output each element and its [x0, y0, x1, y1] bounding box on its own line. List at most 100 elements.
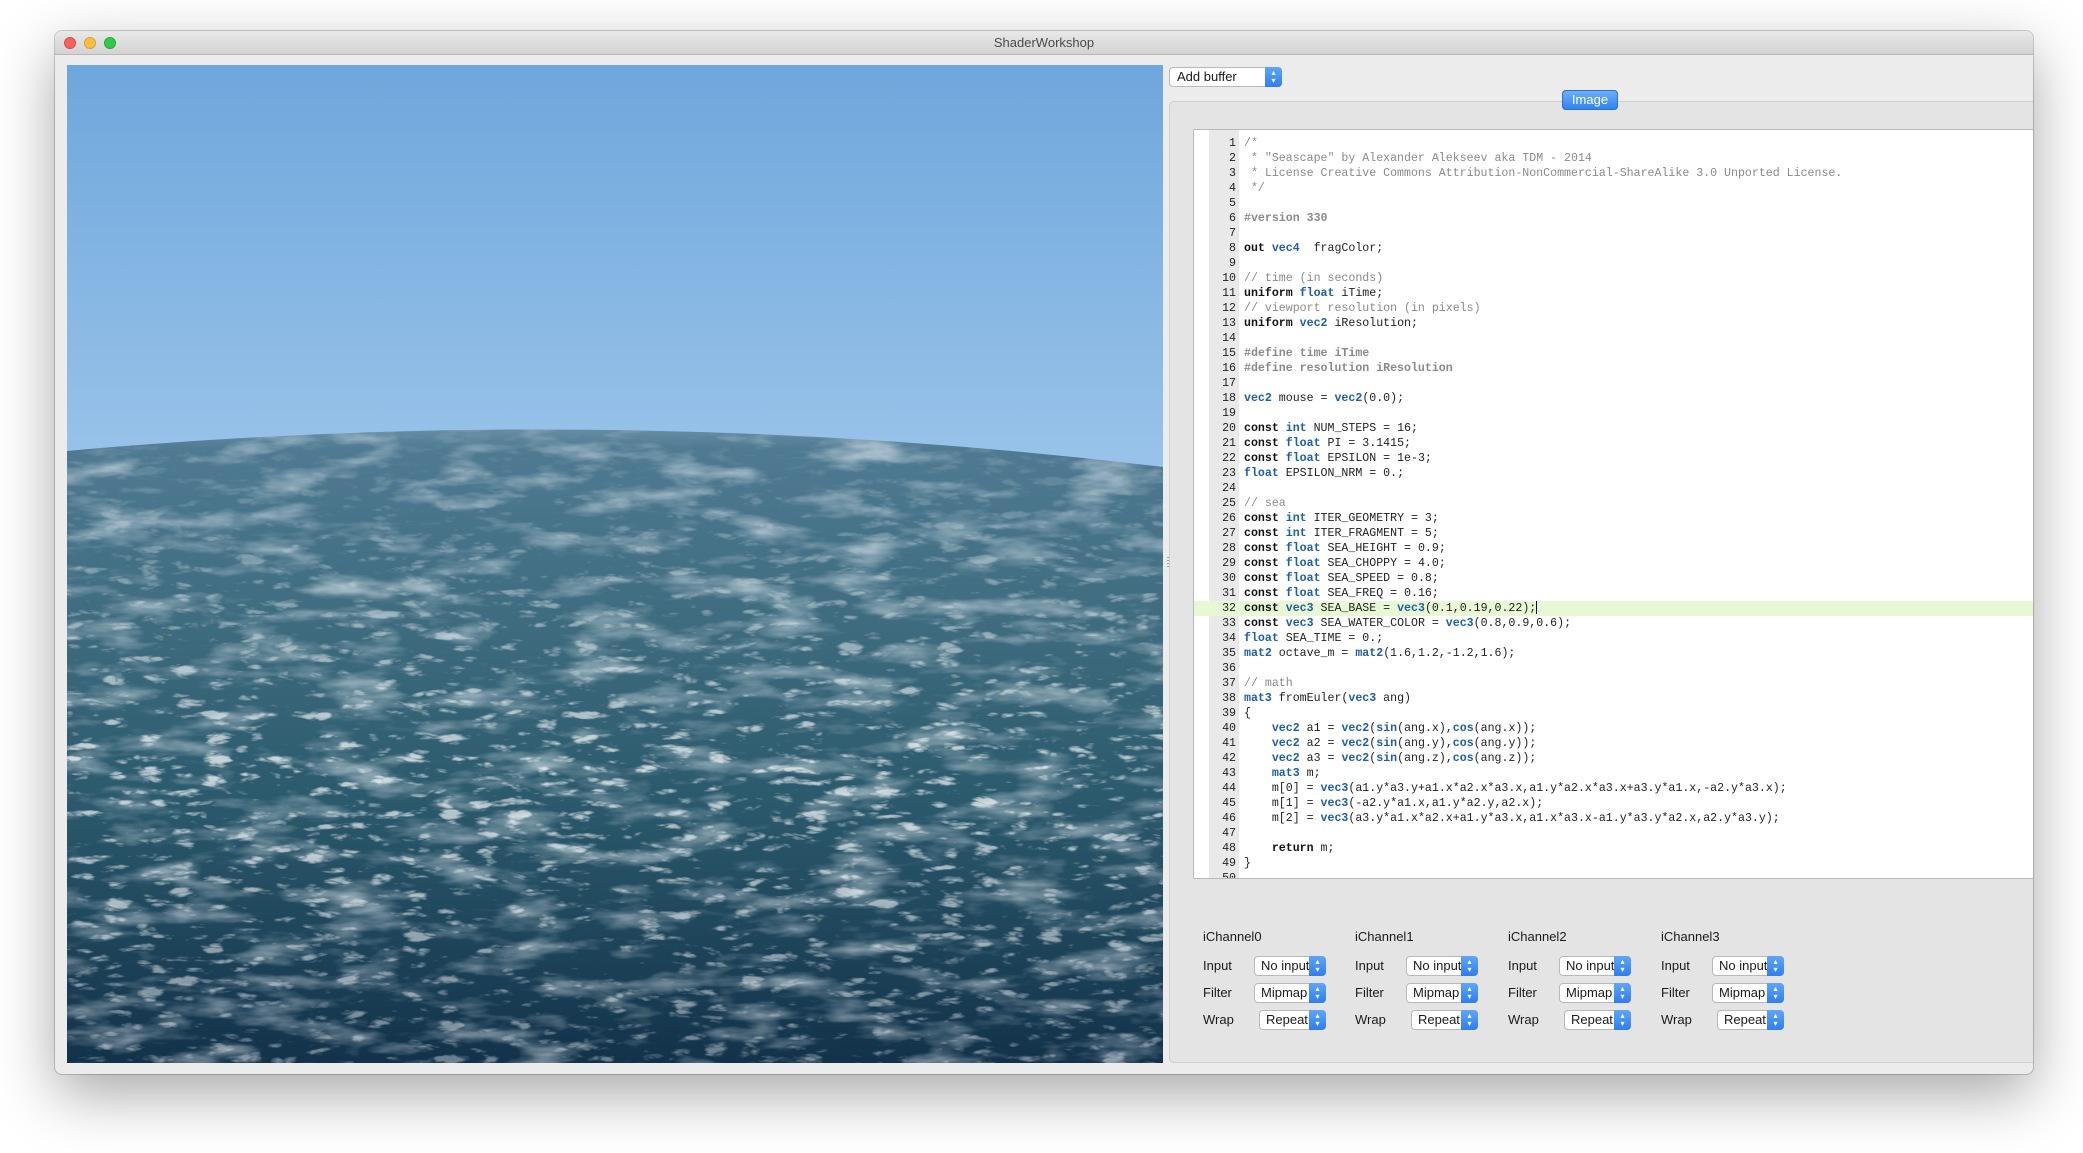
code-line[interactable]: 23 float EPSILON_NRM = 0.;	[1194, 466, 2033, 481]
code-line[interactable]: 41 vec2 a2 = vec2(sin(ang.y),cos(ang.y))…	[1194, 736, 2033, 751]
code-token: EPSILON = 1e-3;	[1320, 452, 1432, 465]
code-line[interactable]: 29 const float SEA_CHOPPY = 4.0;	[1194, 556, 2033, 571]
code-line[interactable]: 3 * License Creative Commons Attribution…	[1194, 166, 2033, 181]
wrap-select[interactable]: Repeat ▴ ▾	[1411, 1010, 1478, 1030]
code-line[interactable]: 14	[1194, 331, 2033, 346]
code-line[interactable]: 26 const int ITER_GEOMETRY = 3;	[1194, 511, 2033, 526]
code-line[interactable]: 33 const vec3 SEA_WATER_COLOR = vec3(0.8,…	[1194, 616, 2033, 631]
code-line[interactable]: 36	[1194, 661, 2033, 676]
line-number: 47	[1222, 827, 1236, 840]
code-token: (-a2.y*a1.x,a1.y*a2.y,a2.x);	[1348, 797, 1544, 810]
code-text: m[2] = vec3(a3.y*a1.x*a2.x+a1.y*a3.x,a1.…	[1244, 811, 1780, 826]
code-token: const	[1244, 557, 1286, 570]
add-buffer-popup[interactable]: Add buffer ▴ ▾	[1169, 67, 1282, 87]
code-line[interactable]: 35 mat2 octave_m = mat2(1.6,1.2,-1.2,1.6)…	[1194, 646, 2033, 661]
code-token: cos	[1452, 737, 1474, 750]
code-line[interactable]: 42 vec2 a3 = vec2(sin(ang.z),cos(ang.z))…	[1194, 751, 2033, 766]
code-line[interactable]: 38 mat3 fromEuler(vec3 ang)	[1194, 691, 2033, 706]
code-line[interactable]: 1 /*	[1194, 136, 2033, 151]
code-token: sin	[1376, 722, 1398, 735]
code-line[interactable]: 27 const int ITER_FRAGMENT = 5;	[1194, 526, 2033, 541]
code-text: const vec3 SEA_WATER_COLOR = vec3(0.8,0.…	[1244, 616, 1571, 631]
code-line[interactable]: 21 const float PI = 3.1415;	[1194, 436, 2033, 451]
code-token: cos	[1452, 722, 1474, 735]
code-text: // math	[1244, 676, 1293, 691]
code-token: SEA_HEIGHT = 0.9;	[1320, 542, 1446, 555]
code-token: uniform	[1244, 287, 1300, 300]
code-text: * License Creative Commons Attribution-N…	[1244, 166, 1842, 181]
code-line[interactable]: 5	[1194, 196, 2033, 211]
code-line[interactable]: 13 uniform vec2 iResolution;	[1194, 316, 2033, 331]
code-line[interactable]: 44 m[0] = vec3(a1.y*a3.y+a1.x*a2.x*a3.x,…	[1194, 781, 2033, 796]
code-line[interactable]: 31 const float SEA_FREQ = 0.16;	[1194, 586, 2033, 601]
code-line[interactable]: 9	[1194, 256, 2033, 271]
code-line[interactable]: 16 #define resolution iResolution	[1194, 361, 2033, 376]
input-select[interactable]: No input ▴ ▾	[1559, 956, 1631, 976]
code-token: int	[1285, 527, 1307, 540]
code-token: (a3.y*a1.x*a2.x+a1.y*a3.x,a1.x*a3.x-a1.y…	[1348, 812, 1780, 825]
code-line[interactable]: 30 const float SEA_SPEED = 0.8;	[1194, 571, 2033, 586]
code-text: // sea	[1244, 496, 1286, 511]
code-token: float	[1299, 287, 1335, 300]
code-line[interactable]: 40 vec2 a1 = vec2(sin(ang.x),cos(ang.x))…	[1194, 721, 2033, 736]
up-down-chevron-icon: ▴ ▾	[1265, 67, 1282, 87]
line-number: 7	[1229, 227, 1236, 240]
code-line[interactable]: 46 m[2] = vec3(a3.y*a1.x*a2.x+a1.y*a3.x,…	[1194, 811, 2033, 826]
code-line[interactable]: 15 #define time iTime	[1194, 346, 2033, 361]
code-line[interactable]: 10 // time (in seconds)	[1194, 271, 2033, 286]
code-line[interactable]: 47	[1194, 826, 2033, 841]
code-line[interactable]: 20 const int NUM_STEPS = 16;	[1194, 421, 2033, 436]
code-line[interactable]: 7	[1194, 226, 2033, 241]
code-token: /*	[1244, 137, 1258, 150]
code-line[interactable]: 18 vec2 mouse = vec2(0.0);	[1194, 391, 2033, 406]
code-line[interactable]: 2 * "Seascape" by Alexander Alekseev aka…	[1194, 151, 2033, 166]
code-line[interactable]: 6 #version 330	[1194, 211, 2033, 226]
input-select[interactable]: No input ▴ ▾	[1406, 956, 1478, 976]
code-token: fromEuler(	[1271, 692, 1349, 705]
code-line[interactable]: 37 // math	[1194, 676, 2033, 691]
code-line[interactable]: 34 float SEA_TIME = 0.;	[1194, 631, 2033, 646]
filter-select[interactable]: Mipmap ▴ ▾	[1254, 983, 1326, 1003]
filter-select[interactable]: Mipmap ▴ ▾	[1559, 983, 1631, 1003]
code-line[interactable]: 24	[1194, 481, 2033, 496]
input-label: Input	[1203, 958, 1232, 973]
code-line[interactable]: 4 */	[1194, 181, 2033, 196]
wrap-select[interactable]: Repeat ▴ ▾	[1717, 1010, 1784, 1030]
code-line[interactable]: 39 {	[1194, 706, 2033, 721]
code-line[interactable]: 48 return m;	[1194, 841, 2033, 856]
line-number: 18	[1222, 392, 1236, 405]
code-line[interactable]: 17	[1194, 376, 2033, 391]
code-line[interactable]: 32 const vec3 SEA_BASE = vec3(0.1,0.19,0.…	[1194, 601, 2033, 616]
input-select[interactable]: No input ▴ ▾	[1712, 956, 1784, 976]
shader-viewport[interactable]	[67, 65, 1163, 1063]
code-token: float	[1285, 452, 1321, 465]
code-line[interactable]: 12 // viewport resolution (in pixels)	[1194, 301, 2033, 316]
title-bar[interactable]: ShaderWorkshop	[55, 31, 2033, 55]
line-number: 24	[1222, 482, 1236, 495]
code-line[interactable]: 50	[1194, 871, 2033, 878]
code-text: const float SEA_FREQ = 0.16;	[1244, 586, 1439, 601]
code-line[interactable]: 11 uniform float iTime;	[1194, 286, 2033, 301]
code-line[interactable]: 43 mat3 m;	[1194, 766, 2033, 781]
code-line[interactable]: 45 m[1] = vec3(-a2.y*a1.x,a1.y*a2.y,a2.x…	[1194, 796, 2033, 811]
wrap-select[interactable]: Repeat ▴ ▾	[1564, 1010, 1631, 1030]
code-line[interactable]: 25 // sea	[1194, 496, 2033, 511]
code-line[interactable]: 22 const float EPSILON = 1e-3;	[1194, 451, 2033, 466]
code-line[interactable]: 19	[1194, 406, 2033, 421]
line-number: 29	[1222, 557, 1236, 570]
filter-select[interactable]: Mipmap ▴ ▾	[1712, 983, 1784, 1003]
filter-select[interactable]: Mipmap ▴ ▾	[1406, 983, 1478, 1003]
code-token: (ang.x));	[1473, 722, 1537, 735]
code-editor[interactable]: 1/* 2 * "Seascape" by Alexander Alekseev …	[1193, 129, 2033, 879]
channel-title: iChannel2	[1508, 929, 1567, 944]
line-number: 11	[1222, 287, 1236, 300]
code-token: vec3	[1397, 602, 1425, 615]
up-down-chevron-icon: ▴ ▾	[1461, 983, 1478, 1003]
input-select[interactable]: No input ▴ ▾	[1254, 956, 1326, 976]
code-text: uniform vec2 iResolution;	[1244, 316, 1418, 331]
code-line[interactable]: 28 const float SEA_HEIGHT = 0.9;	[1194, 541, 2033, 556]
tab-image[interactable]: Image	[1562, 90, 1618, 110]
wrap-select[interactable]: Repeat ▴ ▾	[1259, 1010, 1326, 1030]
code-line[interactable]: 8 out vec4 fragColor;	[1194, 241, 2033, 256]
code-line[interactable]: 49}	[1194, 856, 2033, 871]
